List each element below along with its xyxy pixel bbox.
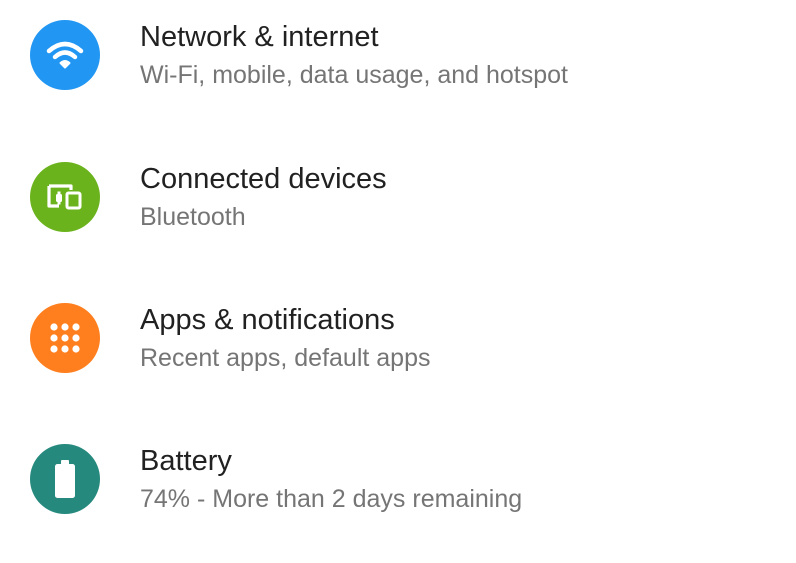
item-summary: 74% - More than 2 days remaining xyxy=(140,485,523,513)
apps-grid-icon xyxy=(30,303,100,373)
item-summary: Recent apps, default apps xyxy=(140,344,431,372)
item-title: Connected devices xyxy=(140,163,387,195)
item-title: Apps & notifications xyxy=(140,304,395,336)
wifi-icon xyxy=(30,20,100,90)
settings-item-battery[interactable]: Battery 74% - More than 2 days remaining xyxy=(0,424,796,563)
item-title: Network & internet xyxy=(140,21,379,53)
battery-icon xyxy=(30,444,100,514)
item-title: Battery xyxy=(140,445,232,477)
devices-icon xyxy=(30,162,100,232)
settings-item-apps[interactable]: Apps & notifications Recent apps, defaul… xyxy=(0,283,796,425)
item-summary: Wi-Fi, mobile, data usage, and hotspot xyxy=(140,61,569,89)
settings-list: Network & internet Wi-Fi, mobile, data u… xyxy=(0,0,796,563)
item-summary: Bluetooth xyxy=(140,203,246,231)
settings-item-connected-devices[interactable]: Connected devices Bluetooth xyxy=(0,142,796,284)
settings-item-network[interactable]: Network & internet Wi-Fi, mobile, data u… xyxy=(0,0,796,142)
